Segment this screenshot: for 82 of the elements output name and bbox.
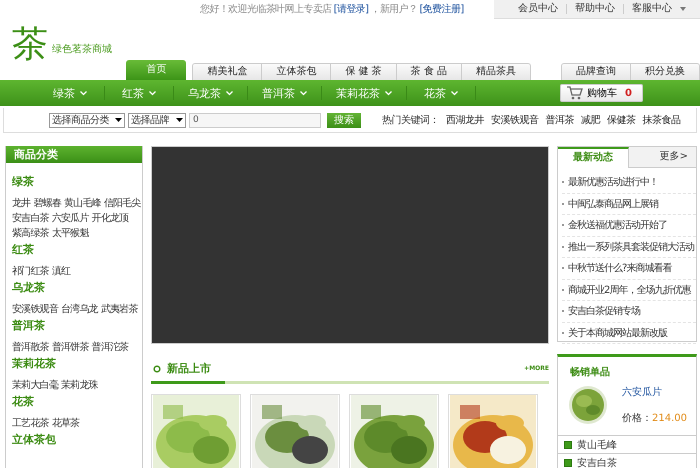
subcategory-link[interactable]: 台湾乌龙 <box>61 302 98 317</box>
login-link[interactable]: [请登录] <box>334 2 368 16</box>
keyword-link[interactable]: 保健茶 <box>607 113 636 127</box>
cart-count: 0 <box>625 88 632 98</box>
caret-icon <box>115 118 122 122</box>
caret-icon <box>226 90 233 96</box>
subcategory-link[interactable]: 工艺花茶 <box>12 416 49 431</box>
product-link[interactable]: 黄山毛峰 <box>577 438 617 452</box>
search-field[interactable]: 0 <box>189 112 321 128</box>
news-link[interactable]: 金秋送福优惠活动开始了 <box>568 218 667 232</box>
category-heading[interactable]: 普洱茶 <box>12 319 141 333</box>
product-link[interactable]: 六安瓜片 <box>622 385 687 399</box>
more-link[interactable]: 更多> <box>660 147 688 167</box>
keyword-link[interactable]: 抹茶食品 <box>642 113 680 127</box>
news-link[interactable]: 安吉白茶促销专场 <box>568 304 640 318</box>
keyword-link[interactable]: 西湖龙井 <box>446 113 484 127</box>
subcategory-link[interactable]: 开化龙顶 <box>92 211 128 226</box>
nav-tab[interactable]: 积分兑换 <box>631 64 699 80</box>
product-link[interactable]: 安吉白茶 <box>577 456 617 468</box>
keyword-link[interactable]: 安溪铁观音 <box>491 113 538 127</box>
subcategory-link[interactable]: 龙井 <box>12 196 30 211</box>
news-link[interactable]: 关于本商城网站最新改版 <box>568 326 667 340</box>
caret-icon[interactable] <box>680 6 686 10</box>
keyword-link[interactable]: 普洱茶 <box>546 113 574 127</box>
top-link[interactable]: 会员中心 <box>510 4 567 14</box>
cart-icon <box>567 86 584 100</box>
subcategory-link[interactable]: 信阳毛尖 <box>104 196 141 211</box>
bullet-icon <box>564 458 572 466</box>
caret-icon <box>80 90 87 96</box>
top-link[interactable]: 帮助中心 <box>567 4 624 14</box>
subcategory-link[interactable]: 黄山毛峰 <box>64 196 101 211</box>
nav-tab[interactable]: 精品茶具 <box>462 64 530 80</box>
register-link[interactable]: [免费注册] <box>419 2 464 16</box>
category-heading[interactable]: 乌龙茶 <box>12 281 141 295</box>
logo-name: 绿色茗茶商城 <box>52 42 112 56</box>
subcategory-link[interactable]: 太平猴魁 <box>52 226 89 241</box>
subcategory-link[interactable]: 普洱沱茶 <box>92 340 128 355</box>
keyword-link[interactable]: 减肥 <box>581 113 600 127</box>
price-label: 价格： <box>622 413 652 424</box>
news-link[interactable]: 商城开业2周年，全场九折优惠 <box>568 282 690 297</box>
news-link[interactable]: 最新优惠活动进行中！ <box>568 175 658 190</box>
caret-icon <box>176 118 183 122</box>
subcategory-link[interactable]: 碧螺春 <box>33 196 62 211</box>
price-value: 214.00 <box>652 413 687 424</box>
category-select[interactable]: 选择商品分类 <box>49 112 125 128</box>
caret-icon <box>451 90 458 96</box>
subcategory-link[interactable]: 滇红 <box>52 264 70 279</box>
news-link[interactable]: 中闽弘泰商品网上展销 <box>568 196 658 211</box>
panel-title: 商品分类 <box>6 146 142 163</box>
category-heading[interactable]: 红茶 <box>12 243 141 257</box>
category-heading[interactable]: 绿茶 <box>12 175 141 189</box>
subcategory-link[interactable]: 六安瓜片 <box>52 211 89 226</box>
subcategory-link[interactable]: 茉莉大白毫 <box>12 378 58 393</box>
category-heading[interactable]: 花茶 <box>12 395 141 409</box>
subcategory-link[interactable]: 普洱散茶 <box>12 340 49 355</box>
top-link[interactable]: 客服中心 <box>624 4 680 14</box>
caret-icon <box>385 90 392 96</box>
cart-button[interactable]: 购物车 0 <box>560 84 643 102</box>
news-link[interactable]: 推出一系列茶具套装促销大活动 <box>568 240 694 254</box>
subcategory-link[interactable]: 祁门红茶 <box>12 264 49 279</box>
news-link[interactable]: 中秋节送什么?来商城看看 <box>568 261 672 276</box>
subcategory-link[interactable]: 安吉白茶 <box>12 211 49 226</box>
bullet-icon <box>564 440 572 448</box>
caret-icon <box>300 90 307 96</box>
subcategory-link[interactable]: 茉莉龙珠 <box>61 378 98 393</box>
circle-icon <box>153 364 161 372</box>
panel-title: 畅销单品 <box>569 366 611 379</box>
hot-keywords-label: 热门关键词： <box>382 114 439 127</box>
category-heading[interactable]: 茉莉花茶 <box>12 357 141 371</box>
greeting-text: 您好！欢迎光临茶叶网上专卖店 <box>200 2 332 16</box>
subcategory-link[interactable]: 安溪铁观音 <box>12 302 58 317</box>
category-heading[interactable]: 立体茶包 <box>12 433 141 447</box>
subcategory-link[interactable]: 花草茶 <box>52 416 80 431</box>
subcategory-link[interactable]: 普洱饼茶 <box>52 340 89 355</box>
caret-icon <box>149 90 156 96</box>
new-user-text: ，新用户？ <box>370 2 418 16</box>
subcategory-link[interactable]: 紫高绿茶 <box>12 226 49 241</box>
news-tab[interactable]: 最新动态 <box>558 147 629 168</box>
brand-select[interactable]: 选择品牌 <box>128 112 186 128</box>
subcategory-link[interactable]: 武夷岩茶 <box>100 302 138 317</box>
logo-mark: 茶 <box>12 27 48 65</box>
section-title: 新品上市 <box>167 361 211 376</box>
